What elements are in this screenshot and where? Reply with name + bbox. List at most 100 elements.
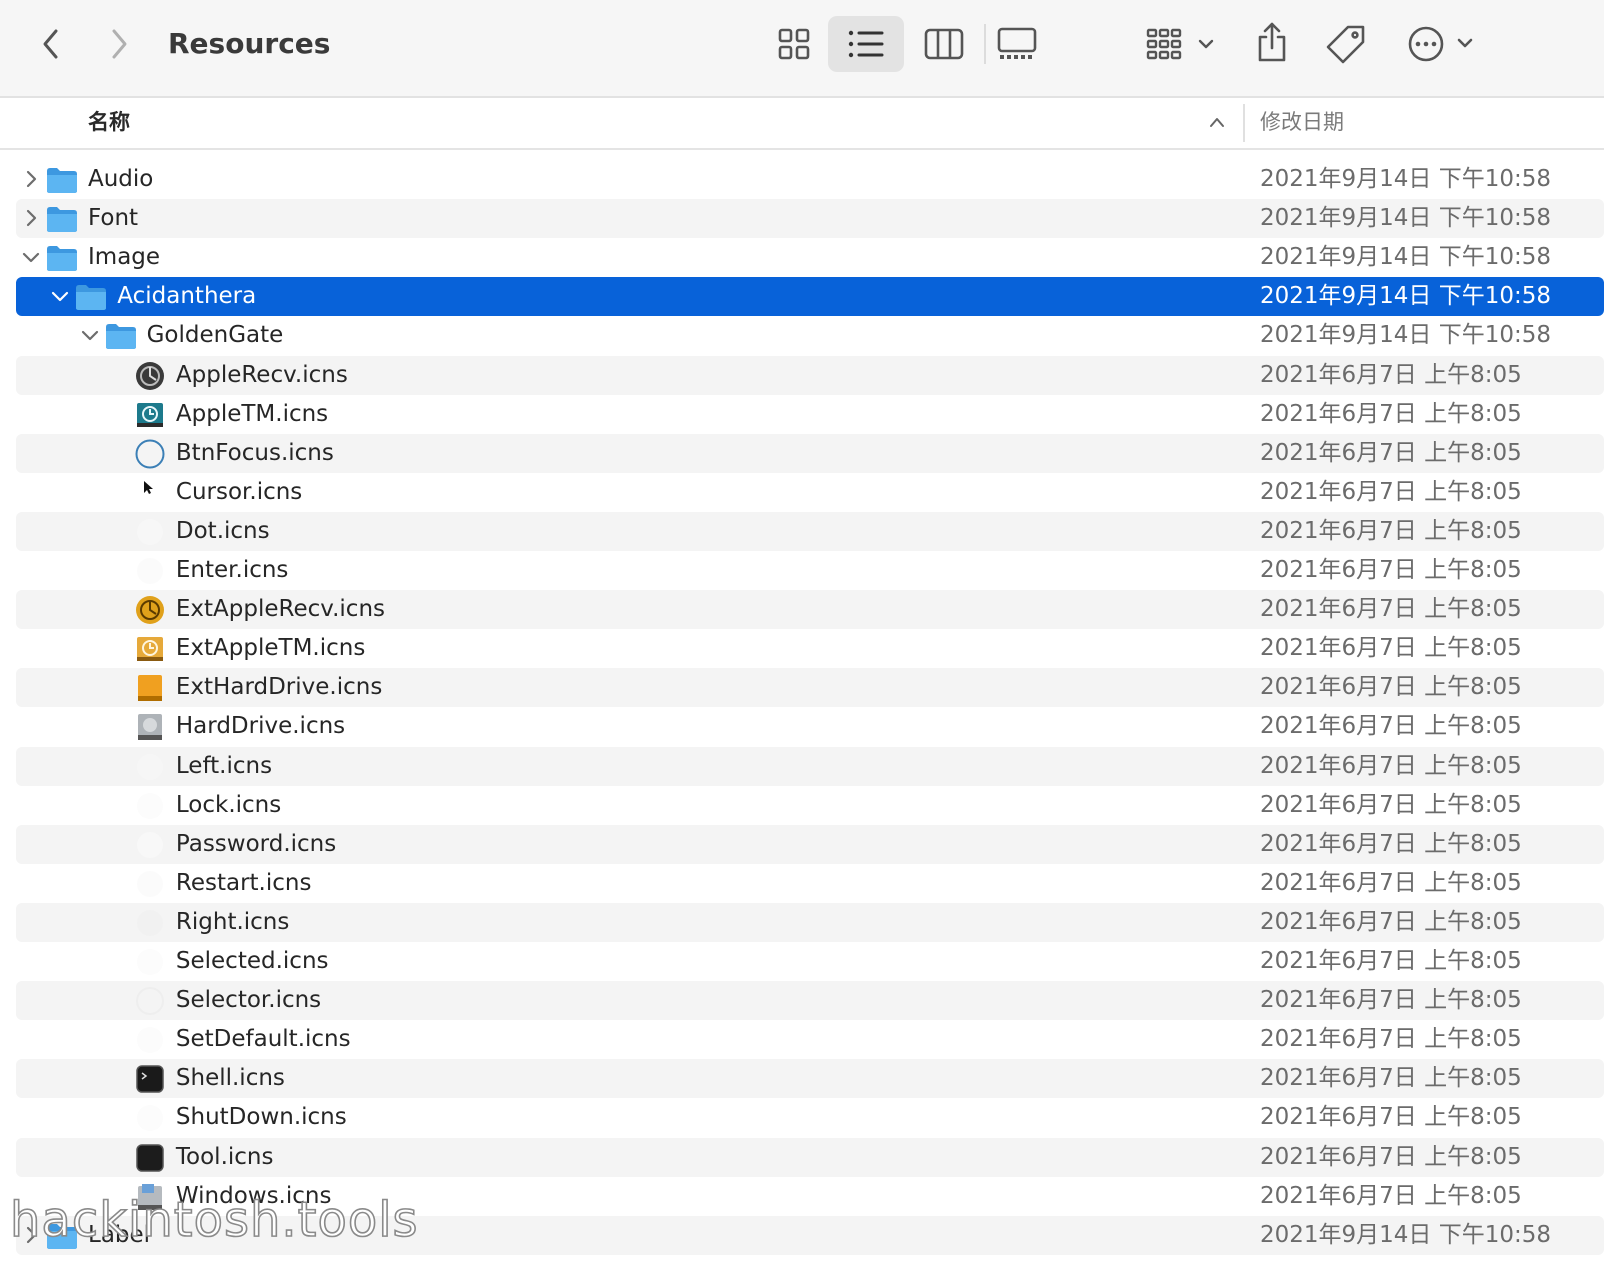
group-grid-icon[interactable] bbox=[1144, 24, 1220, 64]
column-view-icon[interactable] bbox=[922, 24, 966, 64]
modified-date: 2021年9月14日 下午10:58 bbox=[1260, 1221, 1552, 1248]
disclosure-expanded-icon[interactable] bbox=[81, 326, 99, 344]
table-row[interactable]: Tool.icns 2021年6月7日 上午8:05 bbox=[16, 1137, 1604, 1177]
modified-date: 2021年6月7日 上午8:05 bbox=[1260, 908, 1522, 935]
file-name: Tool.icns bbox=[175, 1143, 274, 1170]
file-name: ExtAppleTM.icns bbox=[175, 635, 366, 662]
table-row[interactable]: AppleTM.icns 2021年6月7日 上午8:05 bbox=[16, 395, 1604, 434]
folder-icon bbox=[46, 203, 78, 235]
modified-date: 2021年6月7日 上午8:05 bbox=[1260, 596, 1522, 623]
modified-date: 2021年6月7日 上午8:05 bbox=[1260, 674, 1522, 701]
modified-date: 2021年6月7日 上午8:05 bbox=[1260, 869, 1522, 896]
chevron-right-icon[interactable] bbox=[104, 26, 134, 62]
share-icon[interactable] bbox=[1250, 20, 1294, 64]
file-name: Selected.icns bbox=[175, 948, 329, 974]
set-default-icon bbox=[134, 1024, 166, 1056]
hard-drive-icon bbox=[134, 711, 166, 743]
toolbar-divider bbox=[984, 24, 986, 64]
modified-date: 2021年6月7日 上午8:05 bbox=[1260, 713, 1522, 740]
file-name: Password.icns bbox=[175, 830, 337, 857]
table-row[interactable]: AppleRecv.icns 2021年6月7日 上午8:05 bbox=[16, 355, 1604, 395]
table-row[interactable]: Shell.icns 2021年6月7日 上午8:05 bbox=[16, 1059, 1604, 1099]
name-column-header[interactable]: 名称 bbox=[88, 108, 130, 136]
folder-icon bbox=[46, 164, 78, 196]
modified-date: 2021年6月7日 上午8:05 bbox=[1260, 1182, 1522, 1209]
table-row[interactable]: Audio 2021年9月14日 下午10:58 bbox=[16, 160, 1604, 199]
gallery-view-icon[interactable] bbox=[994, 24, 1040, 64]
file-name: Enter.icns bbox=[175, 557, 289, 583]
table-row[interactable]: HardDrive.icns 2021年6月7日 上午8:05 bbox=[16, 707, 1604, 746]
file-name: HardDrive.icns bbox=[175, 713, 346, 740]
modified-date: 2021年6月7日 上午8:05 bbox=[1260, 439, 1522, 466]
selected-icon bbox=[134, 946, 166, 978]
disclosure-collapsed-icon[interactable] bbox=[22, 209, 40, 227]
file-name: Selector.icns bbox=[175, 987, 322, 1014]
table-row[interactable]: SetDefault.icns 2021年6月7日 上午8:05 bbox=[16, 1020, 1604, 1059]
list-view-icon[interactable] bbox=[844, 24, 888, 64]
modified-date: 2021年9月14日 下午10:58 bbox=[1260, 283, 1552, 310]
table-row[interactable]: ShutDown.icns 2021年6月7日 上午8:05 bbox=[16, 1098, 1604, 1137]
modified-date: 2021年6月7日 上午8:05 bbox=[1260, 830, 1522, 857]
table-row[interactable]: Font 2021年9月14日 下午10:58 bbox=[16, 199, 1604, 239]
table-row[interactable]: Selected.icns 2021年6月7日 上午8:05 bbox=[16, 942, 1604, 981]
sort-ascending-icon[interactable] bbox=[1208, 114, 1226, 133]
file-name: Cursor.icns bbox=[175, 478, 303, 505]
table-row[interactable]: ExtHardDrive.icns 2021年6月7日 上午8:05 bbox=[16, 668, 1604, 708]
focus-ring-icon bbox=[134, 438, 166, 470]
modified-date: 2021年6月7日 上午8:05 bbox=[1260, 752, 1522, 779]
file-name: GoldenGate bbox=[146, 322, 284, 349]
folder-icon bbox=[75, 281, 107, 313]
modified-date: 2021年6月7日 上午8:05 bbox=[1260, 1065, 1522, 1092]
modified-date: 2021年6月7日 上午8:05 bbox=[1260, 517, 1522, 544]
shutdown-icon bbox=[134, 1102, 166, 1134]
file-name: AppleTM.icns bbox=[175, 400, 329, 427]
table-row[interactable]: Acidanthera 2021年9月14日 下午10:58 bbox=[16, 277, 1604, 317]
file-name: Font bbox=[88, 205, 139, 232]
file-name: Audio bbox=[88, 166, 154, 192]
tag-icon[interactable] bbox=[1324, 22, 1368, 66]
modified-date: 2021年9月14日 下午10:58 bbox=[1260, 166, 1552, 192]
right-icon bbox=[134, 907, 166, 939]
table-row[interactable]: Right.icns 2021年6月7日 上午8:05 bbox=[16, 902, 1604, 942]
modified-date: 2021年6月7日 上午8:05 bbox=[1260, 987, 1522, 1014]
chevron-left-icon[interactable] bbox=[36, 26, 66, 62]
table-row[interactable]: ExtAppleRecv.icns 2021年6月7日 上午8:05 bbox=[16, 590, 1604, 630]
file-name: ShutDown.icns bbox=[175, 1104, 347, 1131]
window-title: Resources bbox=[168, 27, 331, 60]
watermark: hackintosh.tools bbox=[9, 1191, 419, 1249]
selector-icon bbox=[134, 985, 166, 1017]
modified-column-header[interactable]: 修改日期 bbox=[1260, 108, 1344, 136]
modified-date: 2021年6月7日 上午8:05 bbox=[1260, 361, 1522, 388]
table-row[interactable]: Dot.icns 2021年6月7日 上午8:05 bbox=[16, 511, 1604, 551]
time-machine-external-icon bbox=[134, 633, 166, 665]
disclosure-collapsed-icon[interactable] bbox=[22, 170, 40, 188]
table-row[interactable]: Image 2021年9月14日 下午10:58 bbox=[16, 238, 1604, 277]
file-name: ExtHardDrive.icns bbox=[175, 674, 383, 701]
table-row[interactable]: Left.icns 2021年6月7日 上午8:05 bbox=[16, 746, 1604, 786]
ellipsis-circle-icon[interactable] bbox=[1404, 24, 1478, 64]
table-row[interactable]: Enter.icns 2021年6月7日 上午8:05 bbox=[16, 551, 1604, 590]
table-row[interactable]: Password.icns 2021年6月7日 上午8:05 bbox=[16, 824, 1604, 864]
column-divider[interactable] bbox=[1243, 104, 1245, 142]
dot-icon bbox=[134, 516, 166, 548]
folder-icon bbox=[46, 242, 78, 274]
folder-icon bbox=[105, 320, 137, 352]
disclosure-expanded-icon[interactable] bbox=[22, 248, 40, 266]
table-row[interactable]: Lock.icns 2021年6月7日 上午8:05 bbox=[16, 786, 1604, 825]
table-row[interactable]: Restart.icns 2021年6月7日 上午8:05 bbox=[16, 864, 1604, 903]
table-row[interactable]: BtnFocus.icns 2021年6月7日 上午8:05 bbox=[16, 433, 1604, 473]
file-name: Image bbox=[88, 244, 161, 271]
icon-view-icon[interactable] bbox=[772, 24, 816, 64]
password-icon bbox=[134, 829, 166, 861]
file-name: Lock.icns bbox=[175, 791, 282, 818]
modified-date: 2021年9月14日 下午10:58 bbox=[1260, 244, 1552, 271]
left-icon bbox=[134, 751, 166, 783]
table-row[interactable]: Selector.icns 2021年6月7日 上午8:05 bbox=[16, 981, 1604, 1021]
table-row[interactable]: ExtAppleTM.icns 2021年6月7日 上午8:05 bbox=[16, 629, 1604, 668]
file-name: Left.icns bbox=[175, 752, 273, 779]
disclosure-expanded-icon[interactable] bbox=[51, 287, 69, 305]
file-name: AppleRecv.icns bbox=[175, 361, 348, 388]
column-header: 名称 修改日期 bbox=[0, 98, 1604, 150]
table-row[interactable]: GoldenGate 2021年9月14日 下午10:58 bbox=[16, 316, 1604, 355]
table-row[interactable]: Cursor.icns 2021年6月7日 上午8:05 bbox=[16, 473, 1604, 512]
